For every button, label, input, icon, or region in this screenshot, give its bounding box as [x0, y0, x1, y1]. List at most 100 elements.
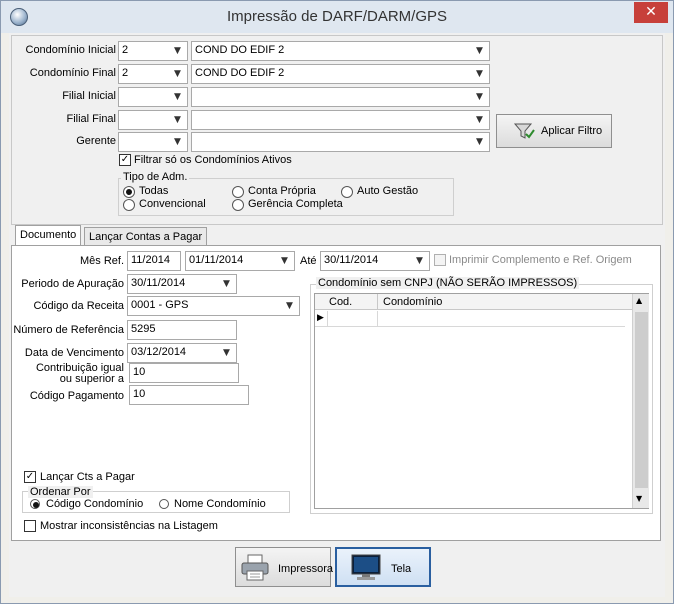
contribuicao-label-line2: ou superior a	[59, 373, 124, 385]
codigo-pagamento-label: Código Pagamento	[29, 390, 124, 402]
lancar-cts-label: Lançar Cts a Pagar	[40, 471, 135, 483]
chevron-down-icon[interactable]: ▼	[476, 45, 486, 57]
filter-panel: Condomínio Inicial 2 ▼ COND DO EDIF 2 ▼ …	[11, 35, 663, 225]
chevron-down-icon[interactable]: ▼	[174, 91, 184, 103]
close-button[interactable]: ✕	[634, 2, 668, 23]
dialog-body: Condomínio Inicial 2 ▼ COND DO EDIF 2 ▼ …	[9, 33, 665, 597]
chevron-down-icon[interactable]: ▼	[416, 255, 426, 267]
print-button[interactable]: Impressora	[235, 547, 334, 587]
chevron-down-icon[interactable]: ▼	[281, 255, 291, 267]
periodo-label: Periodo de Apuração	[21, 278, 124, 290]
chevron-down-icon[interactable]: ▼	[476, 91, 486, 103]
chevron-down-icon[interactable]: ▼	[223, 278, 233, 290]
combo-value: 30/11/2014	[324, 254, 379, 266]
condominio-inicial-code-combo[interactable]: 2 ▼	[118, 41, 188, 61]
window-title: Impressão de DARF/DARM/GPS	[226, 8, 448, 25]
condominio-final-label: Condomínio Final	[29, 67, 116, 79]
tipo-adm-todas-radio[interactable]	[123, 186, 135, 198]
tipo-adm-gerencia-completa-radio[interactable]	[232, 199, 244, 211]
gerente-name-combo[interactable]: ▼	[191, 132, 490, 152]
imprimir-complemento-label: Imprimir Complemento e Ref. Origem	[449, 254, 632, 266]
periodo-combo[interactable]: 30/11/2014 ▼	[127, 274, 237, 294]
codigo-pagamento-input[interactable]: 10	[129, 385, 249, 405]
chevron-down-icon[interactable]: ▼	[476, 68, 486, 80]
tipo-adm-conta-propria-label: Conta Própria	[248, 185, 316, 197]
gerente-code-combo[interactable]: ▼	[118, 132, 188, 152]
chevron-down-icon[interactable]: ▼	[174, 68, 184, 80]
documento-tab-page: Mês Ref. 11/2014 01/11/2014 ▼ Até 30/11/…	[11, 245, 661, 541]
tipo-adm-conta-propria-radio[interactable]	[232, 186, 244, 198]
grid-header: Cod. Condomínio	[315, 294, 632, 310]
codigo-receita-combo[interactable]: 0001 - GPS ▼	[127, 296, 300, 316]
scroll-thumb[interactable]	[635, 312, 648, 488]
tipo-adm-auto-gestao-radio[interactable]	[341, 186, 353, 198]
condominio-inicial-label: Condomínio Inicial	[25, 44, 117, 56]
chevron-down-icon[interactable]: ▼	[636, 494, 642, 503]
mostrar-inconsistencias-label: Mostrar inconsistências na Listagem	[40, 520, 218, 532]
cell-divider	[377, 311, 378, 327]
filial-inicial-code-combo[interactable]: ▼	[118, 87, 188, 107]
funnel-icon	[513, 123, 535, 139]
tab-lancar-contas[interactable]: Lançar Contas a Pagar	[84, 227, 208, 246]
data-ate-combo[interactable]: 30/11/2014 ▼	[320, 251, 430, 271]
gerente-label: Gerente	[76, 135, 116, 147]
print-button-label: Impressora	[278, 563, 334, 575]
chevron-down-icon[interactable]: ▼	[223, 347, 233, 359]
column-divider	[377, 294, 378, 310]
condominio-final-code-combo[interactable]: 2 ▼	[118, 64, 188, 84]
combo-value: 03/12/2014	[131, 346, 187, 358]
combo-value: COND DO EDIF 2	[195, 67, 285, 79]
condominio-final-name-combo[interactable]: COND DO EDIF 2 ▼	[191, 64, 490, 84]
filial-inicial-label: Filial Inicial	[62, 90, 116, 102]
chevron-down-icon[interactable]: ▼	[476, 114, 486, 126]
column-header-cod[interactable]: Cod.	[329, 296, 352, 308]
action-bar: Impressora Tela	[11, 545, 663, 595]
ate-label: Até	[300, 255, 317, 267]
screen-button-label: Tela	[391, 563, 412, 575]
mes-ref-label: Mês Ref.	[79, 255, 124, 267]
combo-value: 2	[122, 44, 129, 56]
table-row[interactable]: ▶	[315, 311, 625, 327]
condominio-inicial-name-combo[interactable]: COND DO EDIF 2 ▼	[191, 41, 490, 61]
chevron-down-icon[interactable]: ▼	[286, 300, 296, 312]
cell-divider	[327, 311, 328, 327]
chevron-up-icon[interactable]: ▲	[636, 296, 642, 305]
numero-referencia-input[interactable]: 5295	[127, 320, 237, 340]
apply-filter-label: Aplicar Filtro	[541, 125, 603, 137]
grid-vertical-scrollbar[interactable]: ▲ ▼	[632, 294, 649, 508]
data-vencimento-combo[interactable]: 03/12/2014 ▼	[127, 343, 237, 363]
apply-filter-button[interactable]: Aplicar Filtro	[496, 114, 612, 148]
filial-final-label: Filial Final	[66, 113, 116, 125]
screen-button[interactable]: Tela	[335, 547, 431, 587]
ordenar-codigo-radio[interactable]	[30, 499, 40, 509]
filial-inicial-name-combo[interactable]: ▼	[191, 87, 490, 107]
sem-cnpj-title: Condomínio sem CNPJ (NÃO SERÃO IMPRESSOS…	[316, 277, 580, 289]
contribuicao-input[interactable]: 10	[129, 363, 239, 383]
tipo-adm-todas-label: Todas	[139, 185, 169, 197]
title-bar: Impressão de DARF/DARM/GPS ✕	[1, 1, 673, 33]
ordenar-title: Ordenar Por	[28, 486, 93, 498]
tipo-adm-convencional-radio[interactable]	[123, 199, 135, 211]
tipo-adm-convencional-label: Convencional	[139, 198, 206, 210]
sem-cnpj-grid[interactable]: Cod. Condomínio ▶ ▲ ▼	[314, 293, 649, 509]
filial-final-code-combo[interactable]: ▼	[118, 110, 188, 130]
chevron-down-icon[interactable]: ▼	[476, 136, 486, 148]
chevron-down-icon[interactable]: ▼	[174, 45, 184, 57]
ordenar-nome-radio[interactable]	[159, 499, 169, 509]
ordenar-nome-label: Nome Condomínio	[174, 498, 266, 510]
imprimir-complemento-checkbox[interactable]	[434, 254, 446, 266]
lancar-cts-checkbox[interactable]: ✓	[24, 471, 36, 483]
chevron-down-icon[interactable]: ▼	[174, 114, 184, 126]
data-vencimento-label: Data de Vencimento	[24, 347, 124, 359]
data-de-combo[interactable]: 01/11/2014 ▼	[185, 251, 295, 271]
column-header-condominio[interactable]: Condomínio	[383, 296, 442, 308]
numero-referencia-label: Número de Referência	[13, 324, 124, 336]
row-pointer-icon: ▶	[317, 312, 324, 322]
ativos-checkbox[interactable]: ✓	[119, 154, 131, 166]
filial-final-name-combo[interactable]: ▼	[191, 110, 490, 130]
mostrar-inconsistencias-checkbox[interactable]	[24, 520, 36, 532]
chevron-down-icon[interactable]: ▼	[174, 136, 184, 148]
tab-documento[interactable]: Documento	[15, 225, 82, 246]
mes-ref-input[interactable]: 11/2014	[127, 251, 181, 271]
combo-value: 01/11/2014	[189, 254, 244, 266]
